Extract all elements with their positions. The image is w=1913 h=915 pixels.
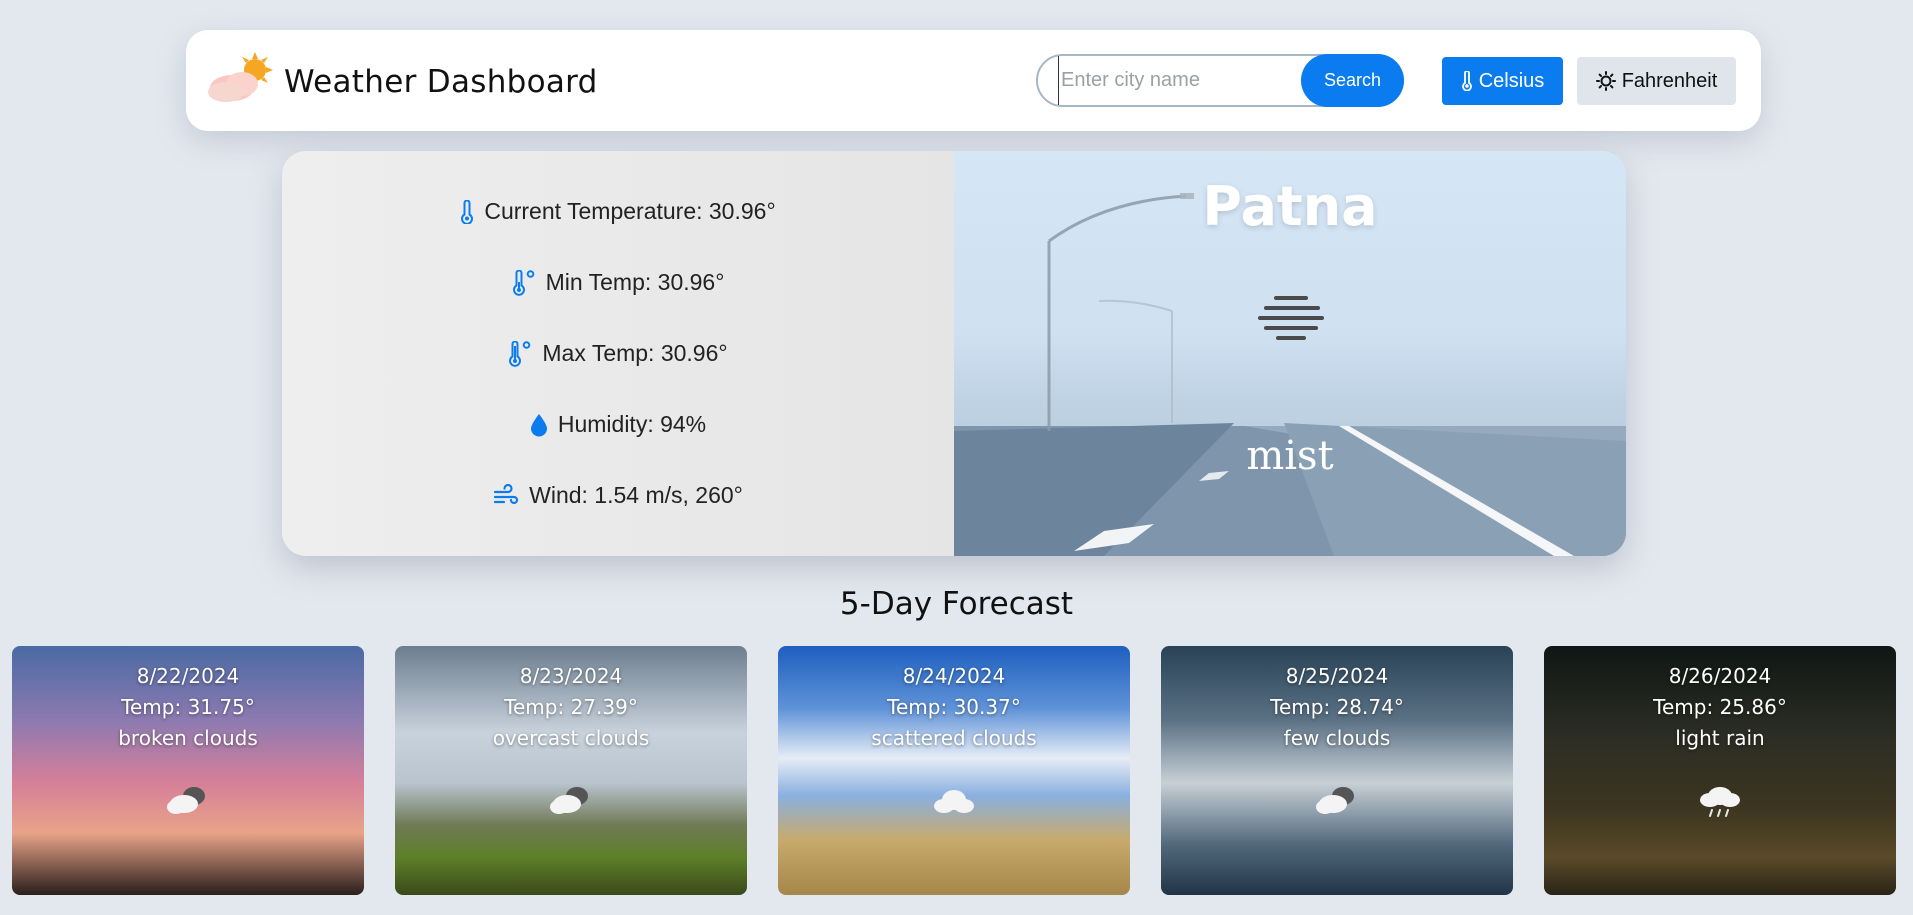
current-weather-card: Current Temperature: 30.96° Min Temp: 30… [282, 151, 1626, 556]
forecast-description: few clouds [1283, 726, 1391, 750]
broken-clouds-icon [167, 787, 205, 814]
forecast-date: 8/26/2024 [1668, 664, 1772, 688]
search-button[interactable]: Search [1301, 54, 1404, 107]
city-name: Patna [1202, 175, 1378, 238]
max-temperature-text: Max Temp: 30.96° [542, 340, 728, 366]
forecast-description: light rain [1675, 726, 1765, 750]
thermometer-low-icon [512, 269, 534, 296]
min-temperature: Min Temp: 30.96° [282, 269, 954, 296]
forecast-description: broken clouds [118, 726, 258, 750]
forecast-date: 8/23/2024 [519, 664, 623, 688]
water-drop-icon [530, 413, 547, 436]
app-title: Weather Dashboard [284, 64, 598, 100]
forecast-date: 8/24/2024 [902, 664, 1006, 688]
forecast-card-4: 8/25/2024 Temp: 28.74° few clouds [1161, 646, 1513, 895]
forecast-card-1: 8/22/2024 Temp: 31.75° broken clouds [12, 646, 364, 895]
forecast-temp: Temp: 30.37° [887, 695, 1021, 719]
mist-icon [1258, 296, 1324, 340]
search-box: Search [1036, 54, 1404, 107]
forecast-temp: Temp: 28.74° [1270, 695, 1404, 719]
thermometer-high-icon [509, 340, 531, 367]
sun-icon [1595, 71, 1616, 91]
humidity: Humidity: 94% [282, 411, 954, 438]
forecast-card-2: 8/23/2024 Temp: 27.39° overcast clouds [395, 646, 747, 895]
city-weather-image: Patna mist [954, 151, 1626, 556]
forecast-card-5: 8/26/2024 Temp: 25.86° light rain [1544, 646, 1896, 895]
celsius-button[interactable]: Celsius [1442, 57, 1563, 105]
thermometer-icon [461, 199, 474, 224]
current-temperature: Current Temperature: 30.96° [282, 198, 954, 225]
forecast-temp: Temp: 27.39° [504, 695, 638, 719]
max-temperature: Max Temp: 30.96° [282, 340, 954, 367]
forecast-title: 5-Day Forecast [839, 586, 1074, 622]
wind-icon [494, 483, 519, 504]
forecast-date: 8/25/2024 [1285, 664, 1389, 688]
scattered-clouds-icon [934, 790, 974, 813]
forecast-card-3: 8/24/2024 Temp: 30.37° scattered clouds [778, 646, 1130, 895]
forecast-description: overcast clouds [492, 726, 650, 750]
city-search-input[interactable] [1058, 56, 1308, 105]
overcast-clouds-icon [550, 787, 588, 814]
weather-condition: mist [1246, 433, 1334, 479]
fahrenheit-button[interactable]: Fahrenheit [1577, 57, 1736, 105]
celsius-label: Celsius [1478, 69, 1545, 92]
sun-cloud-logo-icon [208, 52, 273, 102]
forecast-description: scattered clouds [871, 726, 1037, 750]
current-temperature-text: Current Temperature: 30.96° [484, 198, 776, 224]
light-rain-icon [1700, 787, 1740, 817]
thermometer-icon [1461, 71, 1472, 91]
wind-text: Wind: 1.54 m/s, 260° [529, 482, 743, 508]
min-temperature-text: Min Temp: 30.96° [545, 269, 725, 295]
wind: Wind: 1.54 m/s, 260° [282, 482, 954, 509]
humidity-text: Humidity: 94% [557, 411, 707, 437]
app-header: Weather Dashboard Search Celsius Fahrenh… [186, 30, 1761, 131]
forecast-date: 8/22/2024 [136, 664, 240, 688]
current-stats-panel: Current Temperature: 30.96° Min Temp: 30… [282, 151, 954, 556]
fahrenheit-label: Fahrenheit [1621, 69, 1718, 92]
forecast-temp: Temp: 31.75° [121, 695, 255, 719]
forecast-temp: Temp: 25.86° [1653, 695, 1787, 719]
few-clouds-icon [1316, 787, 1354, 814]
